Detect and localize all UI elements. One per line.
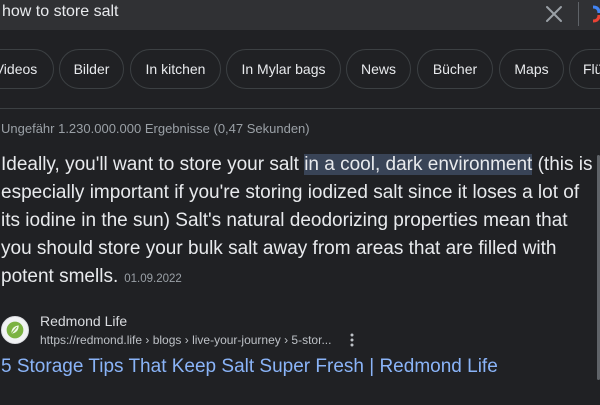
snippet-text-before: Ideally, you'll want to store your salt (1, 154, 305, 175)
filter-chips: Videos Bilder In kitchen In Mylar bags N… (0, 47, 600, 93)
search-input[interactable]: how to store salt (2, 3, 119, 21)
chip-news[interactable]: News (346, 49, 411, 89)
snippet-highlight: in a cool, dark environment (304, 154, 533, 175)
result-site-name: Redmond Life (40, 313, 128, 329)
chip-bilder[interactable]: Bilder (59, 49, 124, 89)
chip-in-mylar-bags[interactable]: In Mylar bags (226, 49, 341, 89)
search-bar: how to store salt (0, 0, 600, 30)
header-divider (0, 108, 600, 109)
result-title-link[interactable]: 5 Storage Tips That Keep Salt Super Fres… (1, 356, 498, 378)
chip-buecher[interactable]: Bücher (417, 49, 493, 89)
chip-videos[interactable]: Videos (0, 49, 54, 89)
result-url[interactable]: https://redmond.life › blogs › live-your… (40, 333, 331, 347)
close-icon[interactable] (543, 3, 565, 25)
google-lens-icon[interactable] (590, 3, 600, 25)
chip-maps[interactable]: Maps (499, 49, 564, 89)
more-vertical-icon[interactable] (346, 332, 358, 348)
search-divider (578, 2, 579, 26)
snippet-date: 01.09.2022 (124, 273, 182, 285)
chip-in-kitchen[interactable]: In kitchen (130, 49, 221, 89)
results-stats: Ungefähr 1.230.000.000 Ergebnisse (0,47 … (1, 121, 310, 136)
leaf-icon[interactable] (1, 316, 29, 344)
featured-snippet: Ideally, you'll want to store your salt … (1, 151, 593, 293)
chip-fluege[interactable]: Flü (569, 49, 600, 89)
